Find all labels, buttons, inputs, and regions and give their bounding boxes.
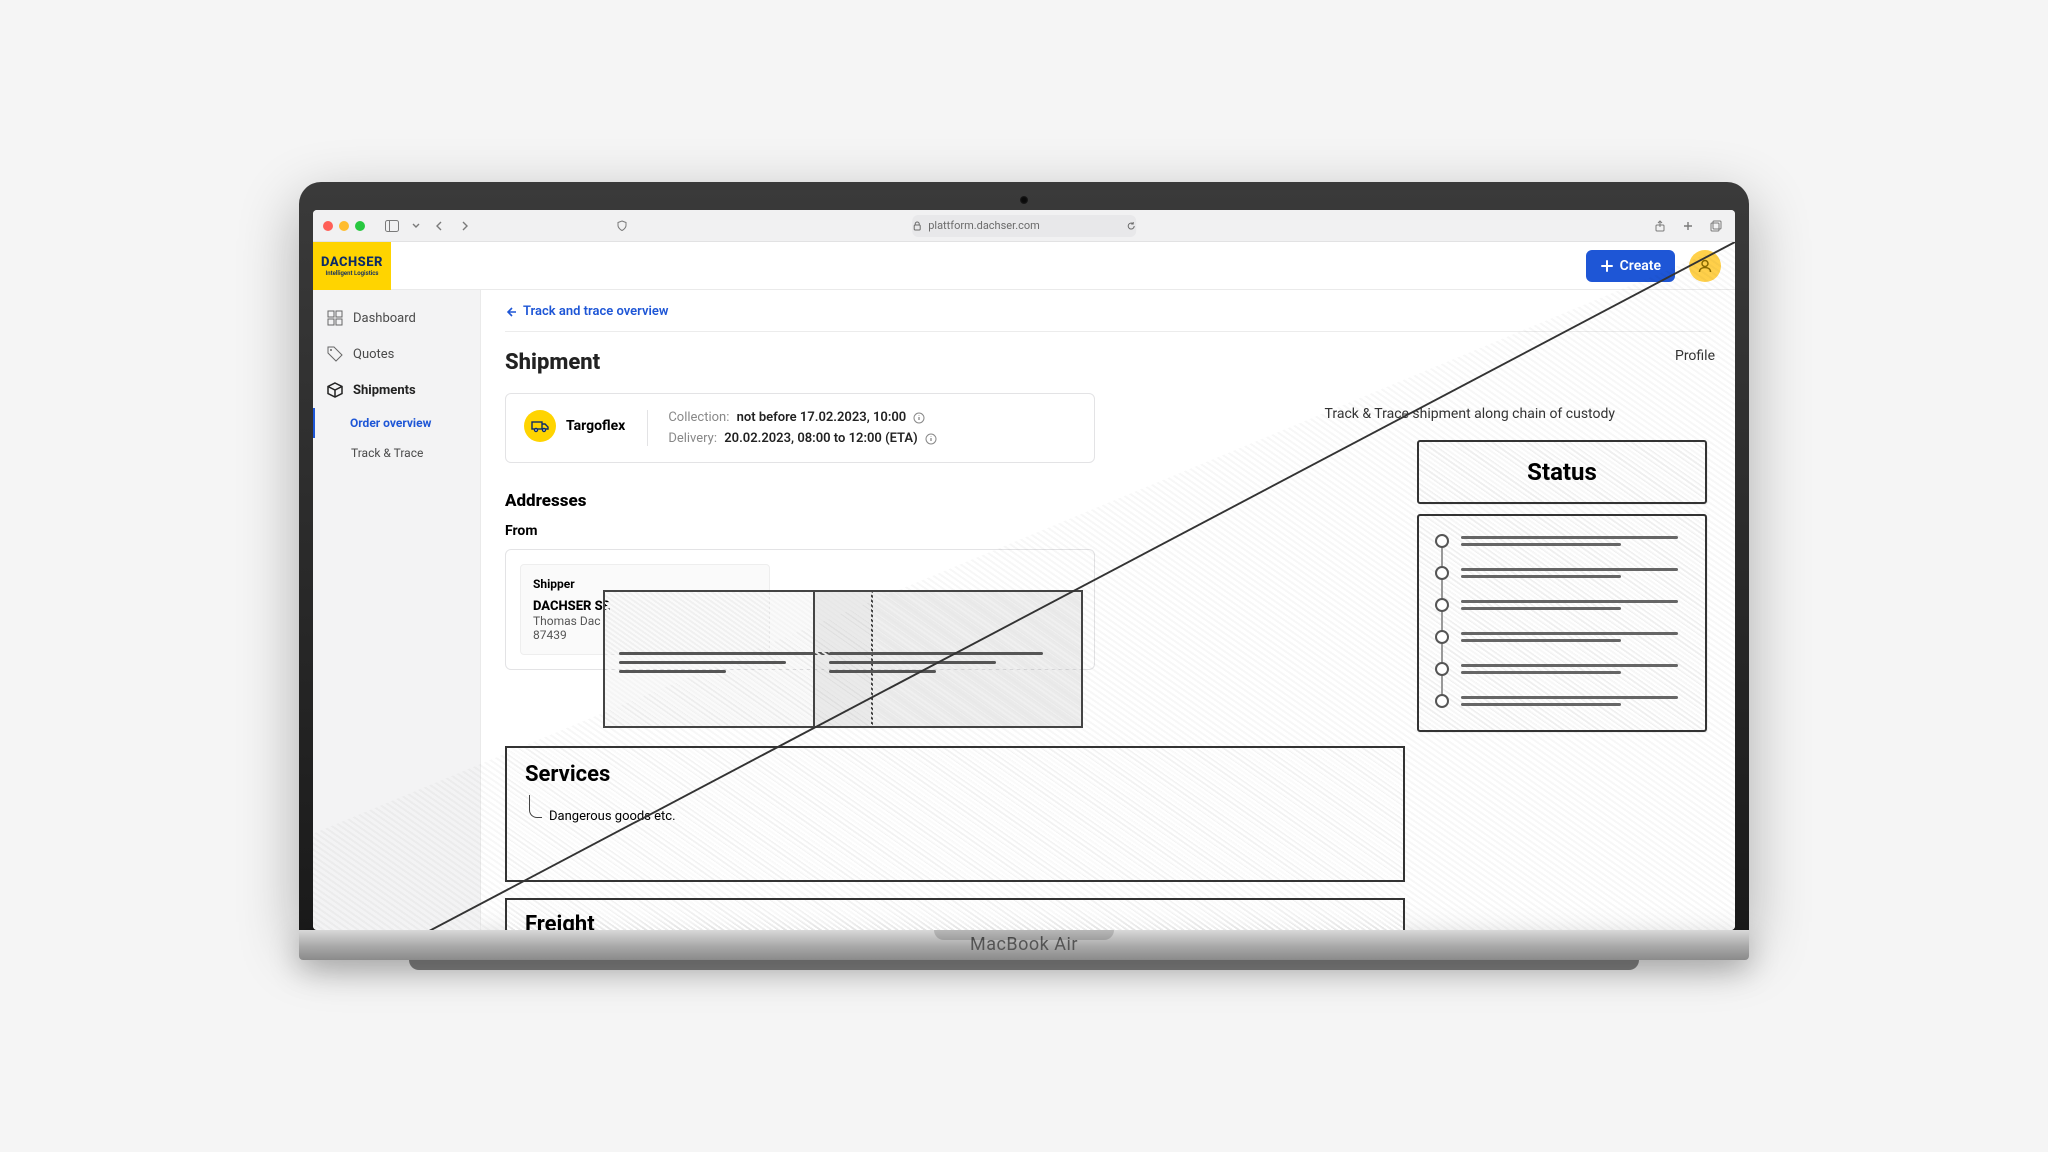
back-link[interactable]: Track and trace overview [505,304,1711,332]
address-text: plattform.dachser.com [928,219,1040,232]
laptop-feet [409,960,1639,970]
sidebar-sub-label: Order overview [350,416,431,430]
browser-toolbar: plattform.dachser.com [313,210,1735,242]
info-icon[interactable] [925,433,937,445]
create-button[interactable]: Create [1586,250,1675,282]
sidebar-item-label: Quotes [353,347,394,362]
status-step [1435,598,1689,612]
toolbar-right [1651,217,1725,235]
back-label: Track and trace overview [523,304,668,319]
sidebar-item-dashboard[interactable]: Dashboard [313,300,480,336]
plus-icon [1600,259,1614,273]
address-bar[interactable]: plattform.dachser.com [912,215,1136,237]
laptop-base: MacBook Air [299,930,1749,960]
back-icon[interactable] [431,217,449,235]
sketch-freight-panel: Freight [505,898,1405,930]
step-text-placeholder [1461,600,1689,610]
status-timeline [1417,514,1707,732]
create-label: Create [1620,258,1661,274]
forward-icon[interactable] [455,217,473,235]
step-dot-icon [1435,662,1449,676]
status-panel: Status [1417,440,1707,732]
step-dot-icon [1435,566,1449,580]
collection-row: Collection: not before 17.02.2023, 10:00 [668,410,937,425]
package-icon [327,382,343,398]
services-title: Services [525,762,1385,787]
delivery-value: 20.02.2023, 08:00 to 12:00 (ETA) [724,431,917,446]
sidebar-sub-track-trace[interactable]: Track & Trace [313,438,480,468]
services-note: Dangerous goods etc. [525,809,1385,824]
fullscreen-window-icon[interactable] [355,221,365,231]
sketch-services-panel: Services Dangerous goods etc. [505,746,1405,882]
step-text-placeholder [1461,536,1689,546]
status-step [1435,534,1689,548]
sidebar-sub-label: Track & Trace [351,446,423,460]
minimize-window-icon[interactable] [339,221,349,231]
step-dot-icon [1435,598,1449,612]
step-text-placeholder [1461,664,1689,674]
arrow-left-icon [505,306,517,318]
chevron-down-icon[interactable] [407,217,425,235]
shield-icon[interactable] [613,217,631,235]
step-text-placeholder [1461,568,1689,578]
sidebar-item-label: Shipments [353,383,416,398]
reload-icon[interactable] [1126,221,1136,231]
brand-sub: Intelligent Logistics [326,270,379,277]
window-controls [323,221,365,231]
step-dot-icon [1435,534,1449,548]
step-dot-icon [1435,630,1449,644]
screen-bezel: plattform.dachser.com DACHSER Intelligen… [299,182,1749,930]
screen: plattform.dachser.com DACHSER Intelligen… [313,210,1735,930]
carrier-name: Targoflex [566,418,625,434]
status-title: Status [1417,440,1707,504]
brand-logo[interactable]: DACHSER Intelligent Logistics [313,242,391,290]
carrier-block: Targoflex [524,410,625,442]
app-header: DACHSER Intelligent Logistics Create [313,242,1735,290]
carrier-logo [524,410,556,442]
page-title: Shipment [505,350,1711,375]
app-root: DACHSER Intelligent Logistics Create Das [313,242,1735,930]
placeholder-lines [815,592,1081,673]
brand-main: DACHSER [321,255,383,270]
freight-title: Freight [525,912,1385,930]
tabs-icon[interactable] [1707,217,1725,235]
delivery-row: Delivery: 20.02.2023, 08:00 to 12:00 (ET… [668,431,937,446]
lock-icon [912,221,922,231]
track-annotation: Track & Trace shipment along chain of cu… [1325,406,1615,422]
collection-label: Collection: [668,410,729,425]
laptop-mockup: plattform.dachser.com DACHSER Intelligen… [299,182,1749,970]
status-step [1435,662,1689,676]
dashboard-icon [327,310,343,326]
collection-value: not before 17.02.2023, 10:00 [737,410,907,425]
sidebar: Dashboard Quotes Shipments Order overvie… [313,242,481,930]
sidebar-sub-order-overview[interactable]: Order overview [313,408,480,438]
sketch-address-card-b [813,590,1083,728]
device-label: MacBook Air [970,930,1078,955]
profile-annotation: Profile [1675,348,1715,364]
shipment-meta: Collection: not before 17.02.2023, 10:00… [647,410,937,446]
step-dot-icon [1435,694,1449,708]
info-icon[interactable] [913,412,925,424]
toolbar-left [383,217,473,235]
delivery-label: Delivery: [668,431,717,446]
share-icon[interactable] [1651,217,1669,235]
tag-icon [327,346,343,362]
sidebar-item-shipments[interactable]: Shipments [313,372,480,408]
shipper-label: Shipper [533,577,757,591]
truck-icon [531,419,549,433]
avatar[interactable] [1689,250,1721,282]
sidebar-item-label: Dashboard [353,311,416,326]
plus-icon[interactable] [1679,217,1697,235]
step-text-placeholder [1461,632,1689,642]
sidebar-icon[interactable] [383,217,401,235]
camera-dot [1020,196,1028,204]
sidebar-item-quotes[interactable]: Quotes [313,336,480,372]
step-text-placeholder [1461,696,1689,706]
user-icon [1697,258,1713,274]
status-step [1435,566,1689,580]
status-step [1435,694,1689,708]
shipment-summary-card: Targoflex Collection: not before 17.02.2… [505,393,1095,463]
close-window-icon[interactable] [323,221,333,231]
status-step [1435,630,1689,644]
